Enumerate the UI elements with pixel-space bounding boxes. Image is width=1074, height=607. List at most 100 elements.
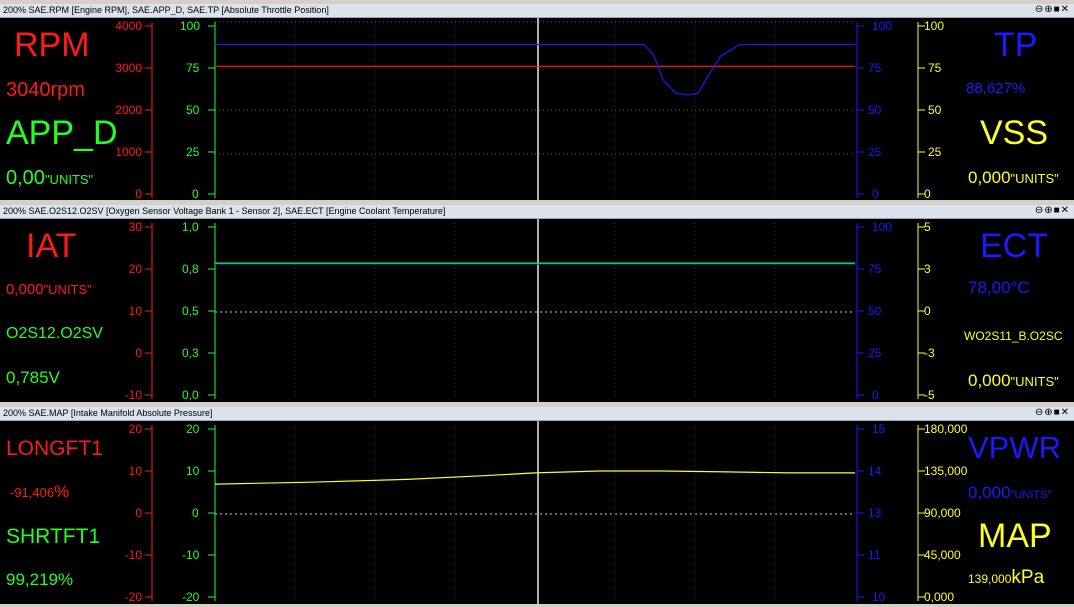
wo2s11-label: WO2S11_B.O2SC	[964, 329, 1063, 343]
plot-svg: 20 10 0 -10 -20 20 10 0 -10 -20 15 14 13…	[125, 421, 968, 604]
window-controls-icon[interactable]: ⊖⊕■✕	[1035, 4, 1070, 15]
iat-value: 0,000"UNITS"	[6, 281, 92, 298]
tick-green: 0,0	[182, 388, 199, 402]
tick-red: -20	[125, 590, 143, 604]
tick-yellow: 90,000	[924, 506, 961, 520]
vpwr-value: 0,000"UNITS"	[968, 483, 1051, 505]
gridlines	[215, 425, 855, 601]
tick-blue: 15	[872, 422, 886, 436]
panel-o2s-ect: 200% SAE.O2S12.O2SV [Oxygen Sensor Volta…	[0, 205, 1074, 402]
tick-green: 0	[192, 187, 199, 200]
tick-green: 20	[186, 422, 200, 436]
tick-red: 0	[135, 346, 142, 360]
tick-blue: 13	[868, 506, 882, 520]
ect-label: ECT	[980, 227, 1048, 265]
vss-label: VSS	[980, 114, 1049, 152]
axis-ticks	[145, 226, 925, 396]
series-line-tp	[215, 43, 855, 96]
longft1-label: LONGFT1	[6, 437, 103, 460]
tick-green: 0,5	[182, 304, 199, 318]
tick-yellow: 3	[924, 262, 931, 276]
tick-yellow: 50	[928, 103, 942, 117]
tick-yellow: 135,000	[924, 464, 968, 478]
tick-red: 2000	[115, 103, 142, 117]
tick-green: 0,8	[182, 262, 199, 276]
shrtft1-value: 99,219%	[6, 570, 74, 589]
tick-blue: 100	[872, 19, 892, 33]
tick-blue: 50	[868, 304, 882, 318]
app-d-unit: "UNITS"	[44, 172, 94, 187]
wo2s11-unit: "UNITS"	[1010, 374, 1059, 389]
panel-titlebar[interactable]: 200% SAE.RPM [Engine RPM], SAE.APP_D, SA…	[0, 4, 1074, 18]
panel-title: 200% SAE.MAP [Intake Manifold Absolute P…	[3, 408, 213, 418]
tick-green: 0	[192, 506, 199, 520]
tick-blue: 0	[872, 388, 879, 402]
tick-yellow: 45,000	[924, 548, 961, 562]
tick-red: 20	[129, 422, 143, 436]
tick-red: 0	[135, 506, 142, 520]
tp-label: TP	[994, 26, 1038, 64]
tick-yellow: 75	[928, 61, 942, 75]
tick-yellow: 0	[924, 187, 931, 200]
axis-labels: 30 20 10 0 -10 1,0 0,8 0,5 0,3 0,0 100 7…	[125, 220, 935, 402]
window-controls-icon[interactable]: ⊖⊕■✕	[1035, 205, 1070, 216]
vss-number: 0,000	[968, 168, 1011, 187]
panel-titlebar[interactable]: 200% SAE.O2S12.O2SV [Oxygen Sensor Volta…	[0, 205, 1074, 219]
tick-blue: 25	[868, 346, 882, 360]
tick-red: 0	[135, 187, 142, 200]
series-line-map	[214, 470, 855, 485]
tick-blue: 11	[868, 548, 881, 562]
series-layer	[215, 43, 855, 96]
panel-title: 200% SAE.RPM [Engine RPM], SAE.APP_D, SA…	[3, 5, 329, 15]
tick-yellow: -3	[924, 346, 935, 360]
tick-red: 4000	[115, 19, 142, 33]
plot-svg: 4000 3000 2000 1000 0 100 75 50 25 0 100…	[115, 18, 944, 200]
tick-yellow: 0	[924, 304, 931, 318]
map-unit: kPa	[1011, 567, 1045, 588]
tick-blue: 25	[868, 145, 882, 159]
map-value: 139,000kPa	[968, 568, 1044, 587]
tick-blue: 75	[868, 262, 882, 276]
tick-red: -10	[125, 548, 143, 562]
tick-green: 25	[186, 145, 200, 159]
app-d-label: APP_D	[6, 114, 118, 152]
vpwr-label: VPWR	[968, 430, 1061, 465]
series-layer	[215, 262, 855, 265]
tick-yellow: 0,000	[924, 590, 954, 604]
panel-titlebar[interactable]: 200% SAE.MAP [Intake Manifold Absolute P…	[0, 407, 1074, 421]
gridlines	[215, 21, 855, 198]
plot-svg: 30 20 10 0 -10 1,0 0,8 0,5 0,3 0,0 100 7…	[125, 219, 935, 402]
tick-green: -10	[182, 548, 200, 562]
plot-area[interactable]: 30 20 10 0 -10 1,0 0,8 0,5 0,3 0,0 100 7…	[0, 219, 1074, 402]
tick-red: 20	[129, 262, 143, 276]
tick-yellow: 180,000	[924, 422, 968, 436]
panel-title: 200% SAE.O2S12.O2SV [Oxygen Sensor Volta…	[3, 206, 446, 216]
tick-green: -20	[182, 590, 200, 604]
longft1-unit: %	[54, 482, 70, 501]
tick-yellow: 5	[924, 220, 931, 234]
tick-green: 75	[186, 61, 200, 75]
tick-red: 1000	[115, 145, 142, 159]
plot-area[interactable]: 20 10 0 -10 -20 20 10 0 -10 -20 15 14 13…	[0, 421, 1074, 604]
tick-green: 10	[186, 464, 200, 478]
tick-blue: 100	[872, 220, 892, 234]
window-controls-icon[interactable]: ⊖⊕■✕	[1035, 407, 1070, 418]
tick-green: 1,0	[182, 220, 199, 234]
iat-number: 0,000	[6, 281, 44, 298]
tick-yellow: -5	[924, 388, 935, 402]
gridlines	[215, 223, 855, 399]
shrtft1-label: SHRTFT1	[6, 525, 101, 548]
tick-blue: 14	[868, 464, 882, 478]
axis-ticks	[145, 428, 925, 598]
tick-green: 0,3	[182, 346, 199, 360]
longft1-value: -91,406%	[10, 482, 70, 501]
panel-rpm: 200% SAE.RPM [Engine RPM], SAE.APP_D, SA…	[0, 4, 1074, 200]
tick-red: 3000	[115, 61, 142, 75]
vpwr-number: 0,000	[968, 483, 1011, 502]
tick-blue: 75	[868, 61, 882, 75]
tick-green: 100	[180, 19, 200, 33]
tick-blue: 0	[872, 187, 879, 200]
rpm-label: RPM	[14, 26, 90, 64]
plot-area[interactable]: 4000 3000 2000 1000 0 100 75 50 25 0 100…	[0, 18, 1074, 200]
map-number: 139,000	[968, 572, 1012, 586]
